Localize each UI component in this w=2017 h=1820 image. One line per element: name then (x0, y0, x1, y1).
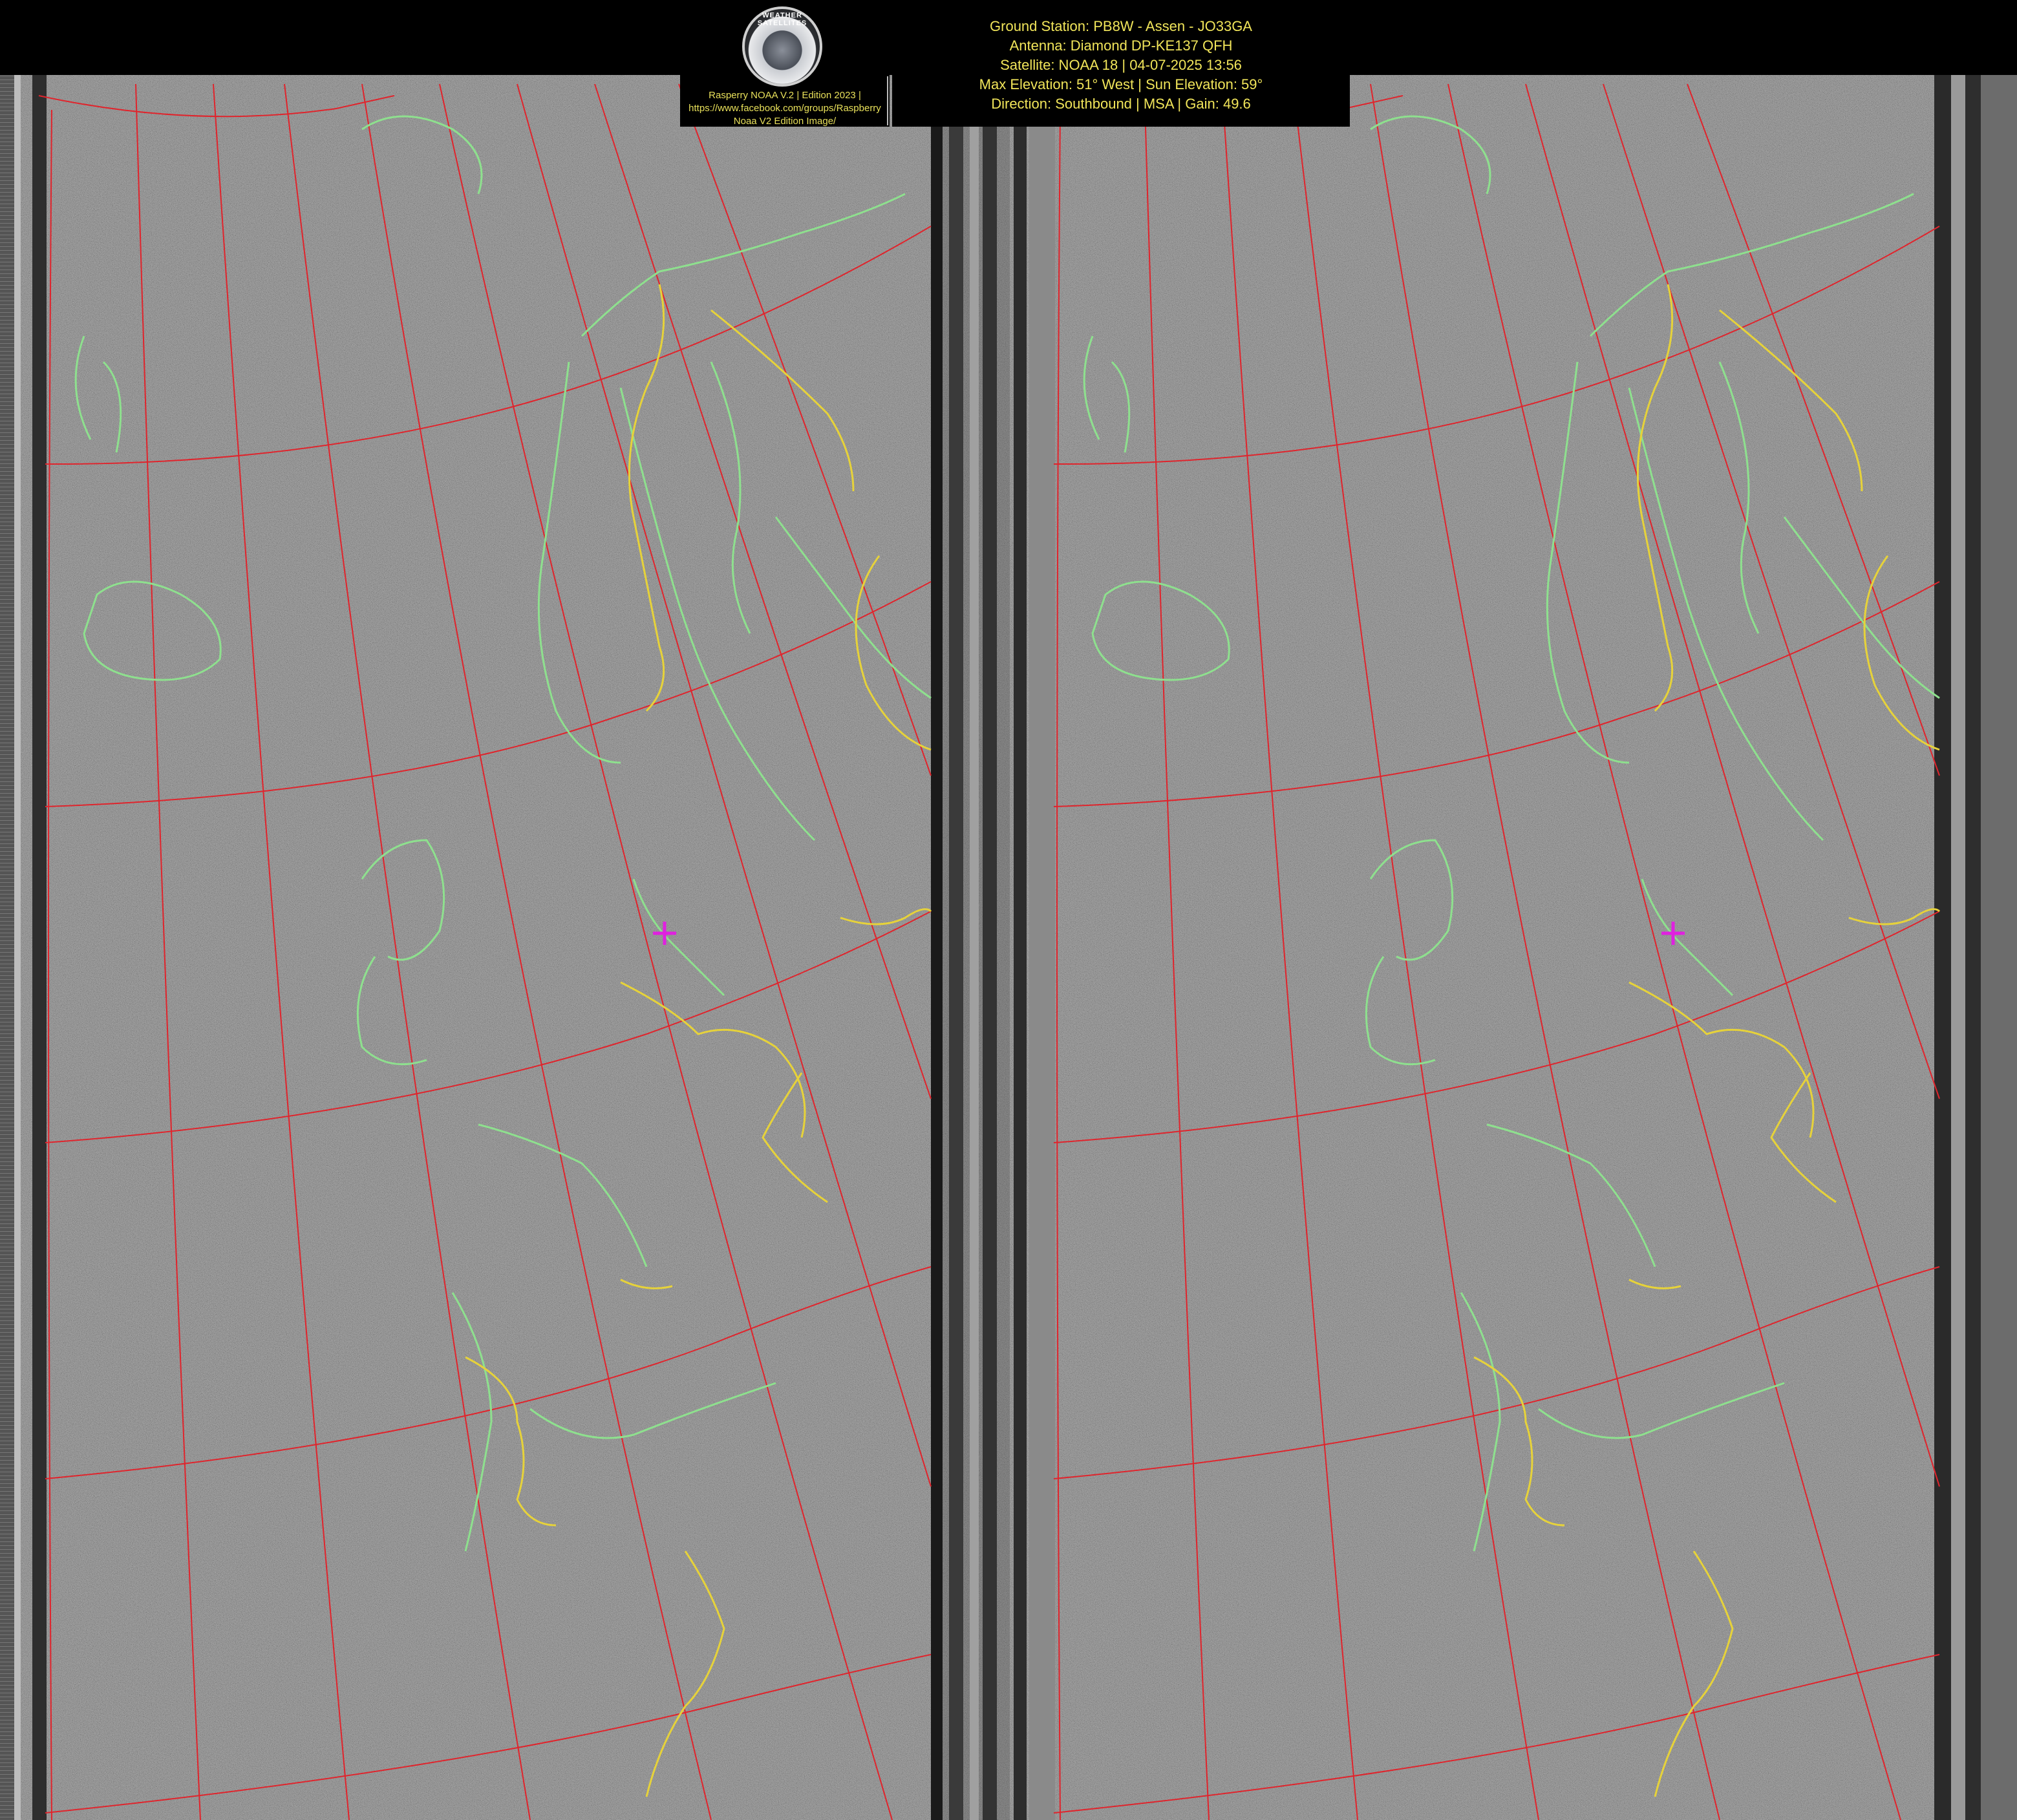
credit-line: Noaa V2 Edition Image/ (733, 116, 837, 127)
logo-ring-text: WEATHER SATELLITES (757, 12, 807, 27)
credit-line[interactable]: https://www.facebook.com/groups/Raspberr… (680, 102, 890, 115)
credit-divider (887, 76, 888, 125)
credit-line: Rasperry NOAA V.2 | Edition 2023 | (709, 90, 861, 101)
pass-info: Ground Station: PB8W - Assen - JO33GA An… (892, 17, 1350, 114)
info-elevation: Max Elevation: 51° West | Sun Elevation:… (979, 76, 1263, 92)
info-antenna: Antenna: Diamond DP-KE137 QFH (1009, 37, 1233, 54)
info-ground-station: Ground Station: PB8W - Assen - JO33GA (990, 18, 1252, 34)
info-direction: Direction: Southbound | MSA | Gain: 49.6 (991, 96, 1251, 112)
satellite-image-canvas (0, 0, 2017, 1820)
sync-band (943, 75, 1010, 1820)
credit-text: Rasperry NOAA V.2 | Edition 2023 | https… (680, 89, 890, 128)
channel-a-panel (0, 75, 943, 1820)
info-satellite: Satellite: NOAA 18 | 04-07-2025 13:56 (1000, 57, 1242, 73)
